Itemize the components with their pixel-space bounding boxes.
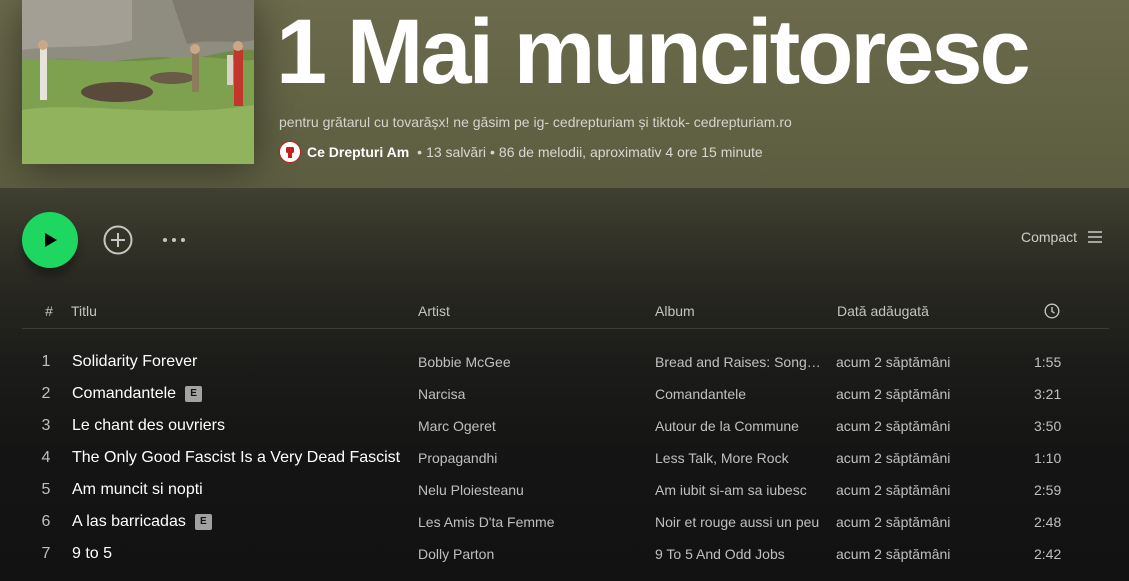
- track-duration: 2:42: [1034, 546, 1062, 562]
- track-number: 4: [41, 449, 51, 466]
- clock-icon: [1044, 303, 1060, 319]
- track-artist-link[interactable]: Narcisa: [418, 386, 465, 402]
- track-duration: 2:59: [1034, 482, 1062, 498]
- track-title-link[interactable]: Am muncit si nopti: [72, 481, 203, 499]
- track-album-link[interactable]: Less Talk, More Rock: [655, 450, 789, 466]
- plus-circle-icon: [103, 225, 133, 255]
- fist-icon: [286, 147, 294, 158]
- track-album-link[interactable]: Bread and Raises: Songs...: [655, 354, 825, 370]
- track-title-link[interactable]: Comandantele: [72, 385, 176, 403]
- track-row[interactable]: 3 Le chant des ouvriers Marc Ogeret Auto…: [22, 411, 1109, 443]
- tracklist-rows: 1 Solidarity Forever Bobbie McGee Bread …: [22, 347, 1109, 571]
- track-duration: 1:10: [1034, 450, 1062, 466]
- track-duration: 1:55: [1034, 354, 1062, 370]
- play-button[interactable]: [22, 212, 78, 268]
- track-title-link[interactable]: Le chant des ouvriers: [72, 417, 225, 435]
- track-title-cell: A las barricadas E: [72, 513, 212, 531]
- track-artist-link[interactable]: Dolly Parton: [418, 546, 494, 562]
- track-row[interactable]: 5 Am muncit si nopti Nelu Ploiesteanu Am…: [22, 475, 1109, 507]
- track-title-cell: Solidarity Forever: [72, 353, 197, 371]
- track-title-link[interactable]: A las barricadas: [72, 513, 186, 531]
- explicit-badge: E: [185, 386, 203, 402]
- playlist-header: 1 Mai muncitoresc pentru grătarul cu tov…: [0, 0, 1129, 188]
- owner-avatar[interactable]: [279, 141, 301, 163]
- add-to-library-button[interactable]: [101, 223, 135, 257]
- track-date-added: acum 2 săptămâni: [836, 450, 951, 466]
- track-date-added: acum 2 săptămâni: [836, 386, 951, 402]
- track-artist-link[interactable]: Les Amis D'ta Femme: [418, 514, 555, 530]
- track-row[interactable]: 4 The Only Good Fascist Is a Very Dead F…: [22, 443, 1109, 475]
- track-date-added: acum 2 săptămâni: [836, 546, 951, 562]
- more-horizontal-icon: [163, 238, 185, 242]
- track-artist-link[interactable]: Nelu Ploiesteanu: [418, 482, 524, 498]
- track-album-link[interactable]: Autour de la Commune: [655, 418, 799, 434]
- view-mode-toggle[interactable]: Compact: [1021, 229, 1103, 245]
- track-number: 5: [41, 481, 51, 498]
- playlist-meta: Ce Drepturi Am • 13 salvări • 86 de melo…: [279, 140, 763, 164]
- track-artist-link[interactable]: Bobbie McGee: [418, 354, 511, 370]
- track-album-link[interactable]: 9 To 5 And Odd Jobs: [655, 546, 785, 562]
- column-header-number: #: [45, 303, 53, 319]
- owner-name-link[interactable]: Ce Drepturi Am: [307, 144, 409, 160]
- track-number: 1: [41, 353, 51, 370]
- playlist-cover-image[interactable]: [22, 0, 254, 164]
- more-options-button[interactable]: [158, 225, 190, 255]
- view-mode-label: Compact: [1020, 229, 1077, 245]
- track-title-cell: Am muncit si nopti: [72, 481, 203, 499]
- meta-separator: •: [490, 144, 495, 160]
- track-title-cell: 9 to 5: [72, 545, 112, 563]
- track-album-link[interactable]: Comandantele: [655, 386, 746, 402]
- playlist-description: pentru grătarul cu tovarășx! ne găsim pe…: [279, 114, 792, 130]
- track-title-link[interactable]: The Only Good Fascist Is a Very Dead Fas…: [72, 449, 400, 467]
- track-duration: 3:50: [1034, 418, 1062, 434]
- column-header-artist[interactable]: Artist: [418, 303, 450, 319]
- track-number: 3: [41, 417, 51, 434]
- track-artist-link[interactable]: Propagandhi: [418, 450, 497, 466]
- track-title-link[interactable]: Solidarity Forever: [72, 353, 197, 371]
- meta-separator: •: [417, 144, 423, 160]
- track-row[interactable]: 2 Comandantele E Narcisa Comandantele acu…: [22, 379, 1109, 411]
- track-number: 2: [41, 385, 51, 402]
- track-date-added: acum 2 săptămâni: [836, 514, 951, 530]
- column-header-album[interactable]: Album: [655, 303, 695, 319]
- track-title-link[interactable]: 9 to 5: [72, 545, 112, 563]
- list-icon: [1088, 231, 1102, 243]
- track-date-added: acum 2 săptămâni: [836, 354, 951, 370]
- saves-count: 13 salvări: [426, 144, 486, 160]
- track-artist-link[interactable]: Marc Ogeret: [418, 418, 496, 434]
- tracklist-header: # Titlu Artist Album Dată adăugată: [22, 296, 1109, 329]
- column-header-title[interactable]: Titlu: [71, 303, 97, 319]
- column-header-duration[interactable]: [1044, 303, 1060, 322]
- track-number: 6: [41, 513, 51, 530]
- track-duration: 3:21: [1034, 386, 1062, 402]
- track-title-cell: Le chant des ouvriers: [72, 417, 225, 435]
- track-duration: 2:48: [1034, 514, 1062, 530]
- column-header-date-added[interactable]: Dată adăugată: [837, 303, 929, 319]
- play-icon: [45, 233, 57, 247]
- playlist-title: 1 Mai muncitoresc: [276, 1, 1031, 103]
- track-date-added: acum 2 săptămâni: [836, 418, 951, 434]
- track-date-added: acum 2 săptămâni: [836, 482, 951, 498]
- track-title-cell: The Only Good Fascist Is a Very Dead Fas…: [72, 449, 400, 467]
- explicit-badge: E: [194, 514, 212, 530]
- track-row[interactable]: 7 9 to 5 Dolly Parton 9 To 5 And Odd Job…: [22, 539, 1109, 571]
- playlist-stats: 86 de melodii, aproximativ 4 ore 15 minu…: [498, 144, 763, 160]
- track-row[interactable]: 6 A las barricadas E Les Amis D'ta Femme …: [22, 507, 1109, 539]
- track-title-cell: Comandantele E: [72, 385, 203, 403]
- track-album-link[interactable]: Noir et rouge aussi un peu: [655, 514, 819, 530]
- track-album-link[interactable]: Am iubit si-am sa iubesc: [655, 482, 807, 498]
- track-row[interactable]: 1 Solidarity Forever Bobbie McGee Bread …: [22, 347, 1109, 379]
- track-number: 7: [41, 545, 51, 562]
